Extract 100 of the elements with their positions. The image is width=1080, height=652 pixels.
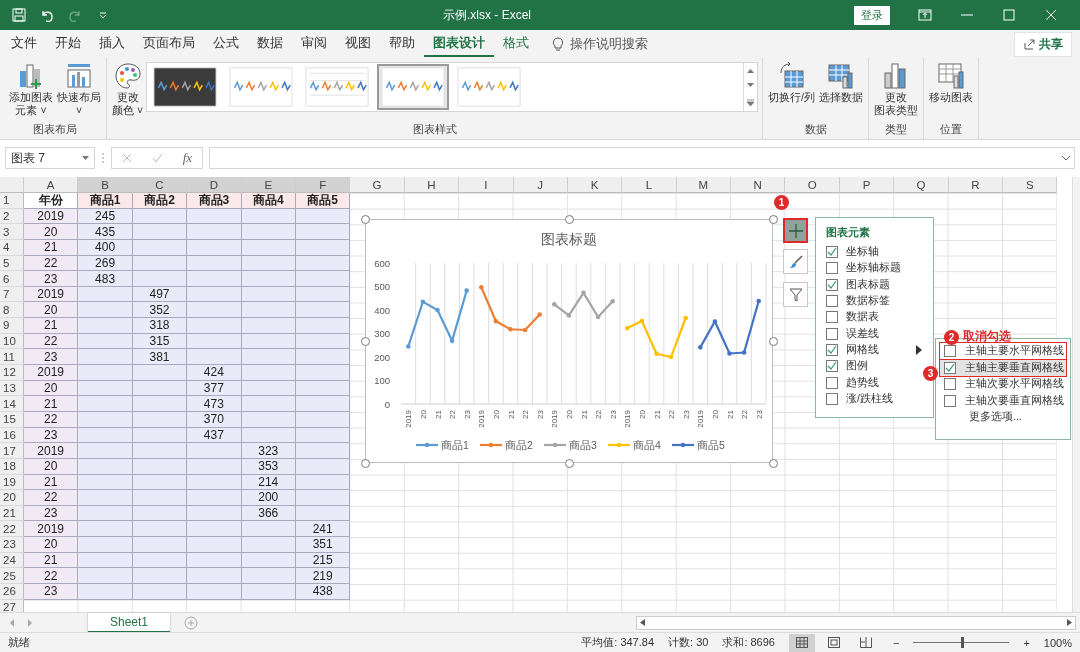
row-header[interactable]: 25 xyxy=(0,568,24,584)
resize-handle[interactable] xyxy=(361,215,370,224)
row-header[interactable]: 8 xyxy=(0,302,24,319)
scroll-left-icon[interactable] xyxy=(640,619,645,626)
menu-tab[interactable]: 页面布局 xyxy=(134,31,204,57)
resize-handle[interactable] xyxy=(769,459,778,468)
menu-tab[interactable]: 数据 xyxy=(248,31,292,57)
checkbox[interactable] xyxy=(826,360,838,373)
column-header[interactable]: O xyxy=(785,177,840,193)
scroll-right-icon[interactable] xyxy=(1067,619,1072,626)
formula-input[interactable] xyxy=(209,147,1075,169)
resize-handle[interactable] xyxy=(565,459,574,468)
search-field[interactable]: 操作说明搜索 xyxy=(570,35,648,53)
row-header[interactable]: 1 xyxy=(0,193,24,209)
more-options-item[interactable]: 更多选项... xyxy=(940,409,1066,425)
column-header[interactable]: B xyxy=(78,177,133,193)
column-header[interactable]: E xyxy=(241,177,296,193)
vertical-scrollbar[interactable] xyxy=(1072,177,1080,612)
menu-tab[interactable]: 格式 xyxy=(494,31,538,57)
chart-styles-button[interactable] xyxy=(783,249,808,274)
column-header[interactable]: P xyxy=(839,177,895,193)
resize-handle[interactable] xyxy=(361,337,370,346)
checkbox[interactable] xyxy=(826,327,838,340)
row-header[interactable]: 12 xyxy=(0,365,24,381)
checkbox[interactable] xyxy=(944,394,956,407)
ribbon-button[interactable]: 移动图表 xyxy=(928,60,974,105)
ribbon-button[interactable]: 切换行/列 xyxy=(767,60,816,105)
scroll-up-icon[interactable] xyxy=(747,68,755,74)
row-header[interactable]: 17 xyxy=(0,443,24,459)
column-header[interactable]: F xyxy=(295,177,351,193)
menu-tab[interactable]: 审阅 xyxy=(292,31,336,57)
menu-tab[interactable]: 公式 xyxy=(204,31,248,57)
checkbox[interactable] xyxy=(826,295,838,308)
checkbox[interactable] xyxy=(826,392,838,405)
ribbon-button[interactable]: 添加图表 元素 ˅ xyxy=(8,60,54,118)
column-header[interactable]: J xyxy=(513,177,568,193)
row-header[interactable]: 11 xyxy=(0,349,24,366)
row-header[interactable]: 14 xyxy=(0,396,24,412)
column-header[interactable]: A xyxy=(24,177,79,193)
checkbox[interactable] xyxy=(826,311,838,324)
chart-element-option[interactable]: 数据表 xyxy=(826,309,923,326)
checkbox[interactable] xyxy=(944,345,956,358)
gridline-option[interactable]: 主轴主要垂直网格线 xyxy=(940,359,1066,376)
row-header[interactable]: 3 xyxy=(0,224,24,240)
resize-handle[interactable] xyxy=(769,215,778,224)
chart-style-thumbnail[interactable] xyxy=(377,64,450,110)
column-header[interactable]: K xyxy=(567,177,623,193)
zoom-out-button[interactable]: − xyxy=(893,636,900,649)
column-header[interactable]: I xyxy=(459,177,514,193)
sheet-tab[interactable]: Sheet1 xyxy=(88,612,171,633)
zoom-slider-thumb[interactable] xyxy=(961,637,965,648)
row-header[interactable]: 9 xyxy=(0,318,24,334)
column-header[interactable]: G xyxy=(350,177,405,193)
chart-element-option[interactable]: 坐标轴标题 xyxy=(826,260,923,277)
menu-tab[interactable]: 插入 xyxy=(90,31,134,57)
row-header[interactable]: 22 xyxy=(0,521,24,538)
insert-function-button[interactable]: fx xyxy=(182,150,193,166)
chart-element-option[interactable]: 趋势线 xyxy=(826,374,923,391)
checkbox[interactable] xyxy=(826,246,838,259)
scroll-down-icon[interactable] xyxy=(747,83,755,89)
menu-tab[interactable]: 开始 xyxy=(46,31,90,57)
more-styles-icon[interactable] xyxy=(747,98,755,106)
column-header[interactable]: C xyxy=(132,177,188,193)
column-header[interactable]: S xyxy=(1003,177,1058,193)
gridline-option[interactable]: 主轴次要水平网格线 xyxy=(940,376,1066,393)
chart-element-option[interactable]: 涨/跌柱线 xyxy=(826,390,923,407)
checkbox[interactable] xyxy=(826,376,838,389)
zoom-in-button[interactable]: + xyxy=(1023,636,1030,649)
gridline-option[interactable]: 主轴主要水平网格线 xyxy=(940,343,1066,360)
gridline-option[interactable]: 主轴次要垂直网格线 xyxy=(940,392,1066,409)
resize-handle[interactable] xyxy=(361,459,370,468)
chart-element-option[interactable]: 坐标轴 xyxy=(826,244,923,261)
column-header[interactable]: Q xyxy=(894,177,949,193)
chart-element-option[interactable]: 图表标题 xyxy=(826,276,923,293)
checkbox[interactable] xyxy=(944,361,956,374)
chart-elements-button[interactable] xyxy=(783,218,808,243)
chart-element-option[interactable]: 数据标签 xyxy=(826,292,923,310)
column-header[interactable]: L xyxy=(622,177,677,193)
horizontal-scrollbar[interactable] xyxy=(636,615,1076,630)
menu-tab[interactable]: 帮助 xyxy=(380,31,424,57)
ribbon-button[interactable]: 快速布局 ˅ xyxy=(56,60,102,118)
menu-tab[interactable]: 视图 xyxy=(336,31,380,57)
column-header[interactable]: H xyxy=(404,177,460,193)
column-header[interactable]: D xyxy=(187,177,242,193)
column-header[interactable]: R xyxy=(948,177,1004,193)
checkbox[interactable] xyxy=(944,378,956,391)
row-header[interactable]: 23 xyxy=(0,537,24,553)
share-button[interactable]: 共享 xyxy=(1014,31,1072,57)
resize-handle[interactable] xyxy=(769,337,778,346)
menu-tab[interactable]: 文件 xyxy=(2,31,46,57)
row-header[interactable]: 26 xyxy=(0,584,24,600)
checkbox[interactable] xyxy=(826,278,838,291)
resize-handle[interactable] xyxy=(565,215,574,224)
sign-in-button[interactable]: 登录 xyxy=(854,5,890,25)
checkbox[interactable] xyxy=(826,262,838,275)
ribbon-button[interactable]: 选择数据 xyxy=(818,60,864,105)
view-button[interactable] xyxy=(789,633,815,652)
name-box[interactable]: 图表 7 xyxy=(5,147,95,169)
ribbon-button[interactable]: 更改 图表类型 xyxy=(873,60,919,118)
row-header[interactable]: 6 xyxy=(0,271,24,287)
